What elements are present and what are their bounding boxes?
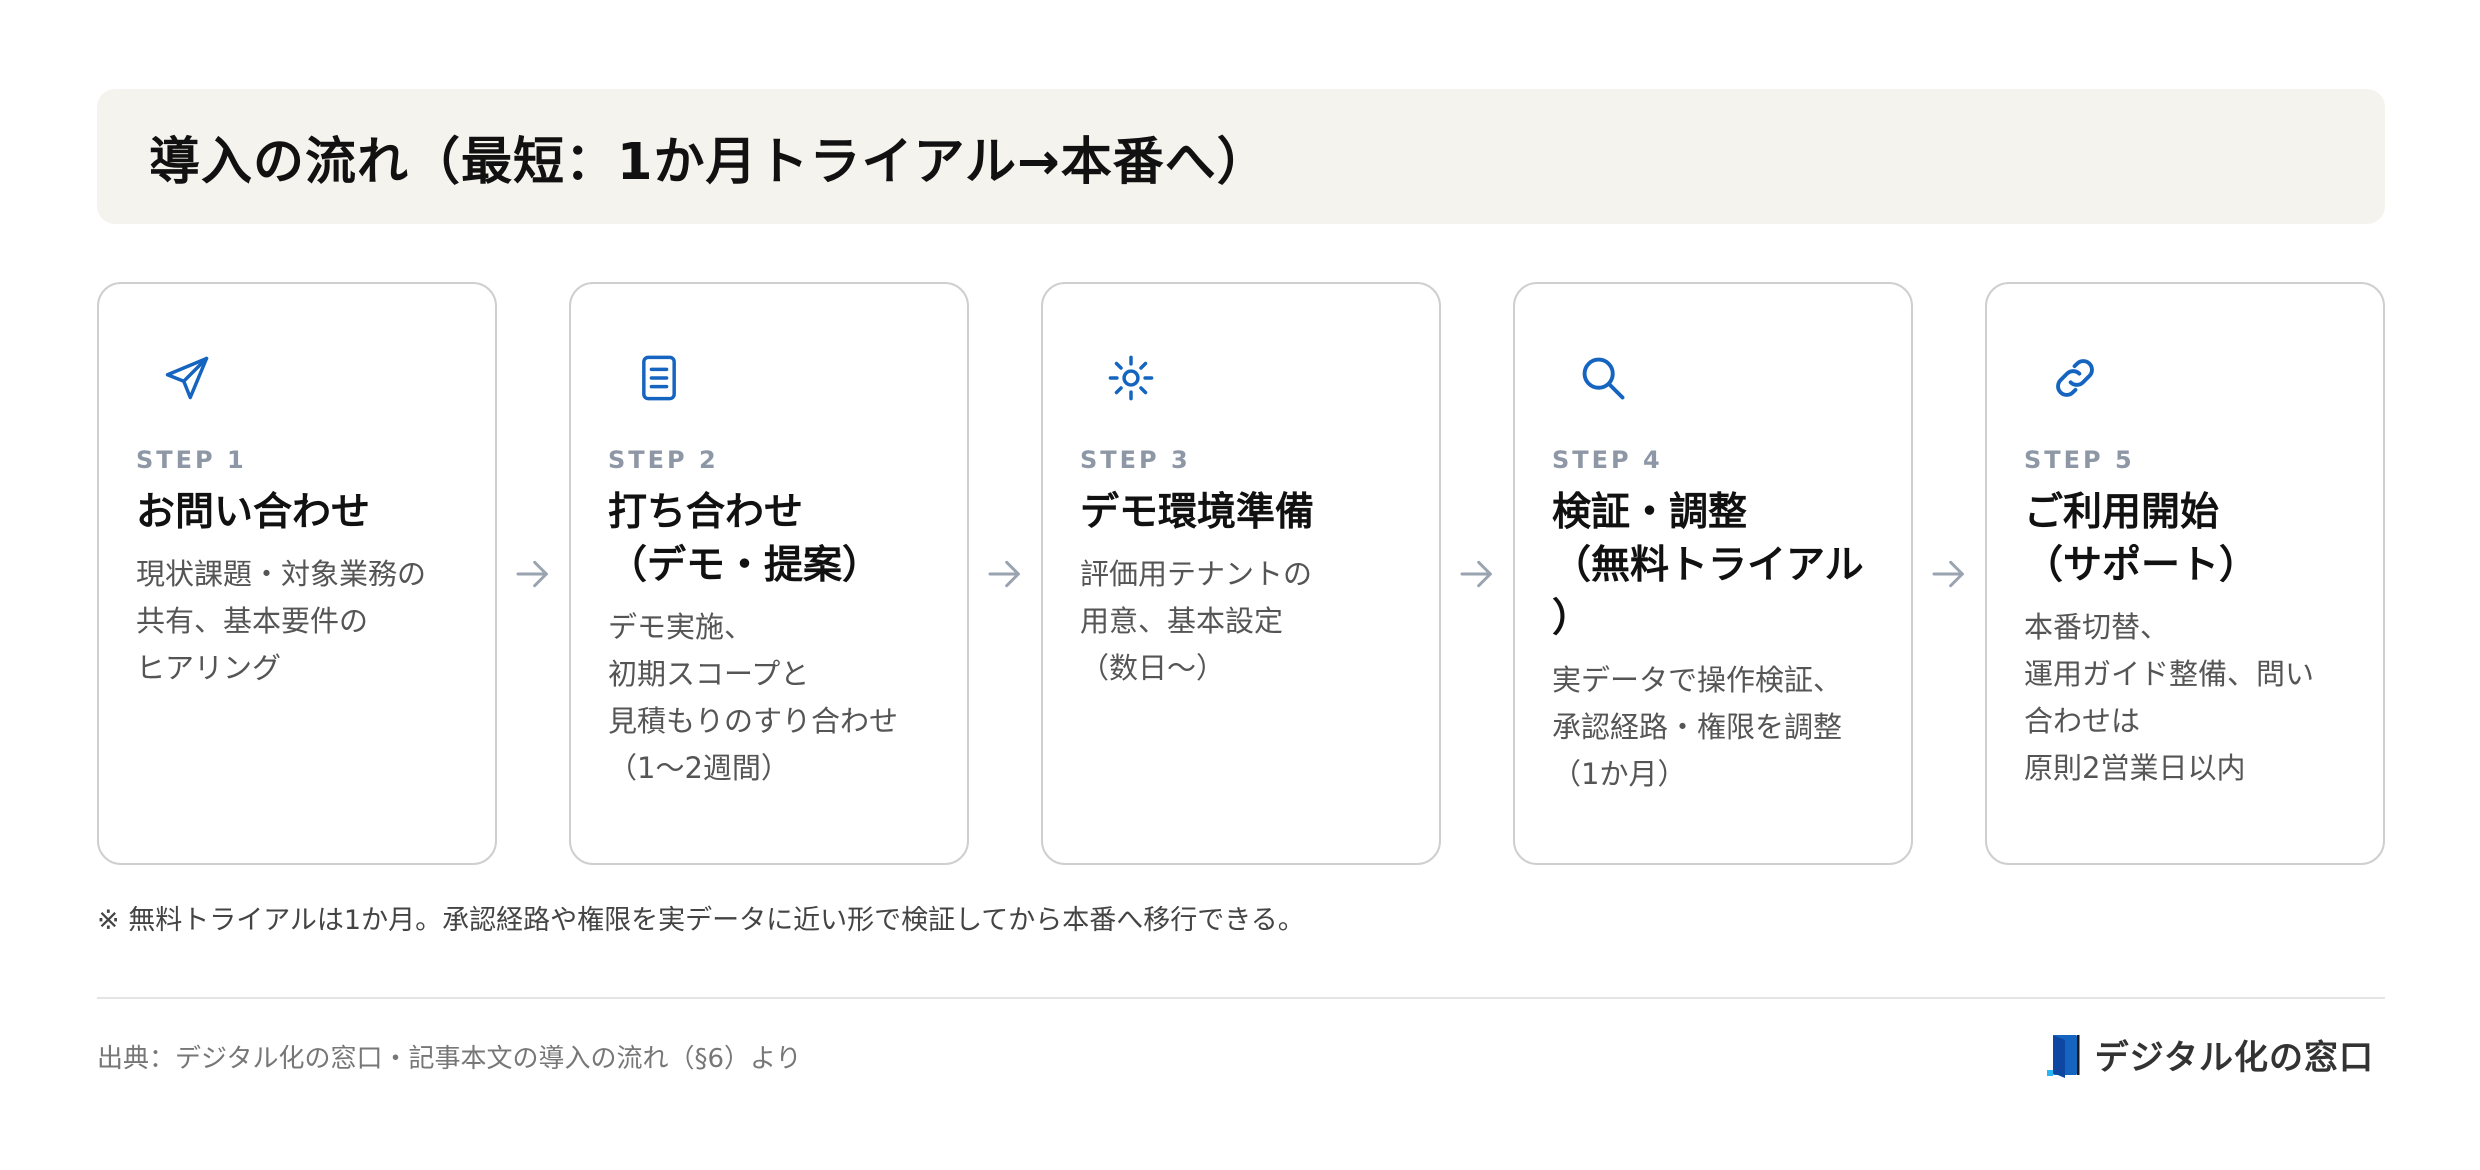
step-title: 検証・調整 （無料トライアル ） xyxy=(1552,490,1864,641)
step-card-5: STEP 5 ご利用開始 （サポート） 本番切替、 運用ガイド整備、問い 合わせ… xyxy=(1985,282,2385,865)
gear-icon xyxy=(1105,352,1157,404)
steps-flow: STEP 1 お問い合わせ 現状課題・対象業務の 共有、基本要件の ヒアリング … xyxy=(97,282,2385,865)
step-description: 現状課題・対象業務の 共有、基本要件の ヒアリング xyxy=(136,557,427,685)
arrow-right-icon xyxy=(516,560,548,587)
footnote: ※ 無料トライアルは1か月。承認経路や権限を実データに近い形で検証してから本番へ… xyxy=(97,905,1305,936)
send-icon xyxy=(161,352,213,404)
source-credit: 出典：デジタル化の窓口・記事本文の導入の流れ（§6）より xyxy=(97,1044,802,1074)
step-title: お問い合わせ xyxy=(136,490,371,535)
window-logo-icon xyxy=(2046,1034,2080,1078)
step-title: デモ環境準備 xyxy=(1080,490,1315,535)
flow-arrow xyxy=(1913,282,1985,865)
step-card-3: STEP 3 デモ環境準備 評価用テナントの 用意、基本設定 （数日〜） xyxy=(1041,282,1441,865)
step-description: 実データで操作検証、 承認経路・権限を調整 （1か月） xyxy=(1552,663,1843,791)
step-description: 本番切替、 運用ガイド整備、問い 合わせは 原則2営業日以内 xyxy=(2024,610,2315,785)
step-label: STEP 2 xyxy=(608,446,719,474)
step-card-4: STEP 4 検証・調整 （無料トライアル ） 実データで操作検証、 承認経路・… xyxy=(1513,282,1913,865)
step-label: STEP 1 xyxy=(136,446,247,474)
link-icon xyxy=(2049,352,2101,404)
search-icon xyxy=(1577,352,1629,404)
arrow-right-icon xyxy=(988,560,1020,587)
step-description: 評価用テナントの 用意、基本設定 （数日〜） xyxy=(1080,557,1313,685)
flow-arrow xyxy=(1441,282,1513,865)
arrow-right-icon xyxy=(1932,560,1964,587)
arrow-right-icon xyxy=(1460,560,1492,587)
brand-name: デジタル化の窓口 xyxy=(2094,1038,2374,1078)
flow-arrow xyxy=(497,282,569,865)
step-card-1: STEP 1 お問い合わせ 現状課題・対象業務の 共有、基本要件の ヒアリング xyxy=(97,282,497,865)
flow-arrow xyxy=(969,282,1041,865)
divider xyxy=(97,997,2385,999)
page-title: 導入の流れ（最短：1か月トライアル→本番へ） xyxy=(149,132,1269,192)
step-card-2: STEP 2 打ち合わせ （デモ・提案） デモ実施、 初期スコープと 見積もりの… xyxy=(569,282,969,865)
step-label: STEP 4 xyxy=(1552,446,1663,474)
step-title: ご利用開始 （サポート） xyxy=(2024,490,2259,588)
step-title: 打ち合わせ （デモ・提案） xyxy=(608,490,882,588)
brand: デジタル化の窓口 xyxy=(2045,1030,2374,1079)
step-label: STEP 3 xyxy=(1080,446,1191,474)
title-band: 導入の流れ（最短：1か月トライアル→本番へ） xyxy=(97,89,2385,224)
document-icon xyxy=(633,352,685,404)
step-label: STEP 5 xyxy=(2024,446,2135,474)
step-description: デモ実施、 初期スコープと 見積もりのすり合わせ （1〜2週間） xyxy=(608,610,899,785)
